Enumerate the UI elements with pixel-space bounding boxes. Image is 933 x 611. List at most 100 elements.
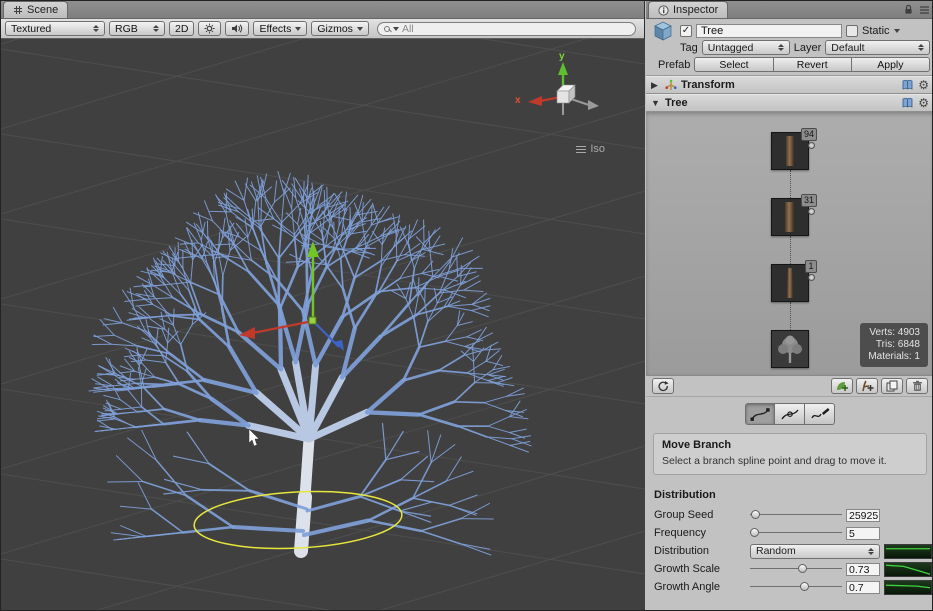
growth-angle-label: Growth Angle — [654, 581, 746, 593]
search-icon — [384, 26, 390, 32]
scene-grid-icon — [13, 5, 23, 15]
tris-stat: Tris: 6848 — [868, 339, 920, 351]
render-mode-dropdown[interactable]: Textured — [5, 21, 105, 36]
transform-icon — [665, 79, 677, 91]
gear-icon[interactable]: ⚙ — [918, 97, 929, 109]
branch-group-node[interactable]: 31 — [771, 198, 809, 236]
prefab-revert-button[interactable]: Revert — [774, 57, 852, 72]
orientation-gizmo[interactable]: y x — [515, 57, 611, 135]
branch-group-node[interactable]: 1 — [771, 264, 809, 302]
trash-icon — [912, 380, 923, 392]
tag-label: Tag — [680, 42, 698, 54]
audio-toggle-button[interactable] — [225, 21, 249, 36]
help-book-icon[interactable] — [902, 79, 913, 91]
context-menu-icon[interactable] — [919, 5, 930, 15]
growth-scale-value[interactable]: 0.73 — [846, 563, 880, 576]
projection-toggle[interactable]: Iso — [576, 143, 605, 155]
sun-icon — [204, 23, 215, 34]
slider-thumb[interactable] — [800, 582, 809, 591]
frequency-label: Frequency — [654, 527, 746, 539]
distribution-section: Distribution Group Seed 25925 Frequency … — [646, 479, 933, 596]
prefab-label: Prefab — [658, 59, 690, 71]
prefab-apply-button[interactable]: Apply — [852, 57, 930, 72]
layer-value: Default — [831, 42, 864, 54]
free-hand-tool-button[interactable] — [805, 403, 835, 425]
group-seed-slider[interactable] — [750, 506, 842, 524]
effects-dropdown[interactable]: Effects — [253, 21, 307, 36]
add-branch-icon — [860, 380, 874, 392]
node-connector — [790, 236, 791, 264]
tree-hierarchy-view[interactable]: 94 31 1 — [646, 112, 933, 376]
growth-scale-row: Growth Scale 0.73 — [654, 560, 932, 578]
growth-scale-label: Growth Scale — [654, 563, 746, 575]
scene-search-field[interactable]: All — [377, 22, 636, 36]
distribution-curve-field[interactable] — [884, 544, 932, 559]
transform-component-header[interactable]: ▶ Transform ⚙ — [646, 76, 933, 94]
growth-scale-slider[interactable] — [750, 560, 842, 578]
scene-pane: Scene Textured RGB 2D Effects — [1, 1, 645, 611]
growth-angle-value[interactable]: 0.7 — [846, 581, 880, 594]
slider-thumb[interactable] — [750, 528, 759, 537]
slider-thumb[interactable] — [751, 510, 760, 519]
gameobject-cube-icon — [650, 19, 676, 44]
lock-icon[interactable] — [904, 4, 913, 15]
add-leaf-group-button[interactable] — [831, 378, 853, 394]
2d-toggle-button[interactable]: 2D — [169, 21, 194, 36]
caret-down-icon — [295, 27, 301, 31]
static-checkbox[interactable] — [846, 25, 858, 37]
static-dropdown-caret-icon[interactable] — [894, 29, 900, 33]
gear-icon[interactable]: ⚙ — [918, 79, 929, 91]
tab-scene[interactable]: Scene — [3, 1, 68, 18]
verts-stat: Verts: 4903 — [868, 327, 920, 339]
frequency-slider[interactable] — [750, 524, 842, 542]
branch-tool-selector — [646, 397, 933, 429]
prefab-select-button[interactable]: Select — [694, 57, 773, 72]
name-field[interactable]: Tree — [696, 24, 842, 38]
channel-dropdown[interactable]: RGB — [109, 21, 165, 36]
help-book-icon[interactable] — [902, 97, 913, 109]
delete-button[interactable] — [906, 378, 928, 394]
foldout-collapsed-icon[interactable]: ▶ — [651, 80, 661, 91]
tab-inspector[interactable]: Inspector — [648, 1, 728, 18]
foldout-expanded-icon[interactable]: ▼ — [651, 98, 661, 108]
node-visibility-icon[interactable] — [808, 208, 815, 215]
inspector-tab-label: Inspector — [673, 4, 718, 16]
popup-icon — [868, 548, 874, 555]
tree-title: Tree — [665, 97, 688, 109]
growth-angle-curve-field[interactable] — [884, 580, 932, 595]
active-checkbox[interactable]: ✓ — [680, 25, 692, 37]
refresh-button[interactable] — [652, 378, 674, 394]
inspector-content: ✓ Tree Static Tag Untagged Layer Defaul — [646, 19, 933, 611]
add-leaf-icon — [835, 380, 849, 392]
growth-angle-slider[interactable] — [750, 578, 842, 596]
group-seed-value[interactable]: 25925 — [846, 509, 880, 522]
scene-tab-label: Scene — [27, 4, 58, 16]
lighting-toggle-button[interactable] — [198, 21, 221, 36]
tree-root-node[interactable] — [771, 330, 809, 368]
node-visibility-icon[interactable] — [808, 142, 815, 149]
tree-component-header[interactable]: ▼ Tree ⚙ — [646, 94, 933, 112]
slider-thumb[interactable] — [798, 564, 807, 573]
rotate-branch-tool-button[interactable] — [775, 403, 805, 425]
tool-help-box: Move Branch Select a branch spline point… — [653, 433, 927, 475]
speaker-icon — [231, 23, 243, 34]
move-branch-tool-button[interactable] — [745, 403, 775, 425]
distribution-dropdown[interactable]: Random — [750, 544, 880, 559]
scene-tabstrip: Scene — [1, 1, 644, 19]
duplicate-button[interactable] — [881, 378, 903, 394]
axis-y-label: y — [559, 51, 565, 62]
node-count-badge: 94 — [801, 128, 817, 141]
frequency-value[interactable]: 5 — [846, 527, 880, 540]
growth-scale-curve-field[interactable] — [884, 562, 932, 577]
effects-label: Effects — [259, 23, 291, 35]
add-branch-group-button[interactable] — [856, 378, 878, 394]
tag-dropdown[interactable]: Untagged — [702, 40, 790, 55]
projection-label: Iso — [590, 143, 605, 155]
layer-dropdown[interactable]: Default — [825, 40, 930, 55]
gizmos-dropdown[interactable]: Gizmos — [311, 21, 369, 36]
scene-viewport[interactable]: y x Iso — [1, 39, 645, 611]
branch-thumbnail — [785, 202, 794, 232]
node-visibility-icon[interactable] — [808, 274, 815, 281]
channel-label: RGB — [115, 23, 138, 35]
branch-group-node[interactable]: 94 — [771, 132, 809, 170]
